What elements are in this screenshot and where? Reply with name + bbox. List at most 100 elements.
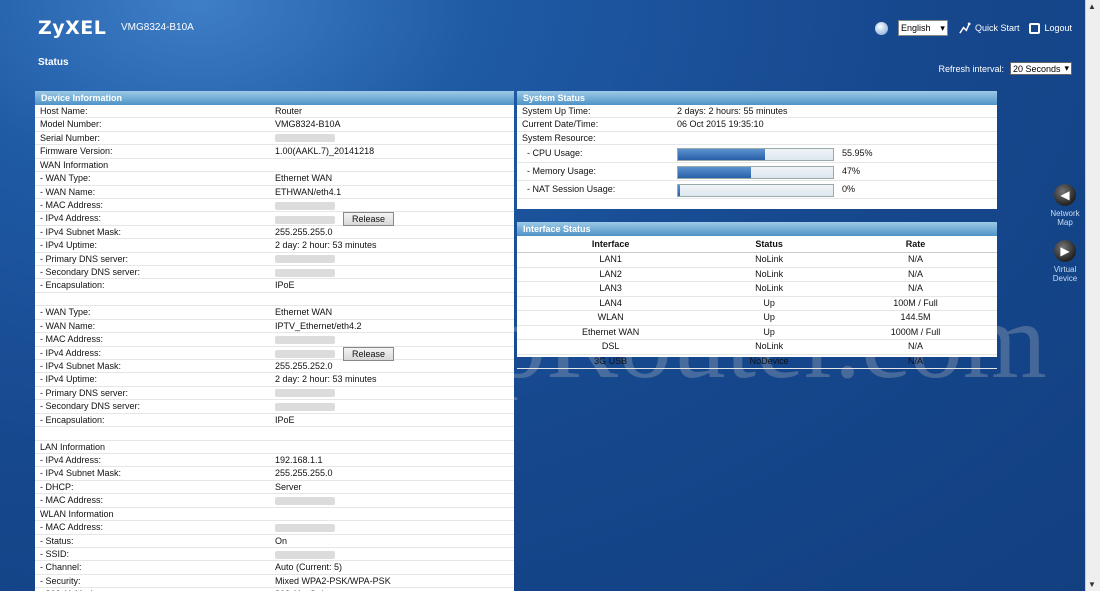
resource-label: - CPU Usage: (527, 148, 583, 159)
redacted-value (275, 389, 335, 398)
value-text: Router (275, 106, 303, 116)
info-value (275, 521, 514, 533)
info-label: - Status: (40, 535, 74, 546)
status-value: 06 Oct 2015 19:35:10 (677, 119, 764, 130)
value-text: IPTV_Ethernet/eth4.2 (275, 320, 362, 331)
value-text: VMG8324-B10A (275, 119, 341, 130)
info-value: Router (275, 105, 514, 117)
table-cell: NoDevice (704, 354, 834, 369)
table-row: LAN1 NoLink N/A (517, 252, 997, 268)
info-row (35, 427, 514, 441)
info-row: LAN Information (35, 441, 514, 454)
info-label: - SSID: (40, 548, 70, 559)
logout-link[interactable]: Logout (1029, 22, 1072, 34)
refresh-interval-select[interactable]: 20 Seconds ▾ (1010, 62, 1072, 75)
table-row: LAN4 Up 100M / Full (517, 296, 997, 311)
info-value: Release (275, 212, 514, 227)
info-value (275, 508, 514, 520)
status-value (677, 132, 997, 144)
quick-start-link[interactable]: Quick Start (958, 21, 1019, 35)
page-title: Status (38, 57, 69, 68)
usage-bar (677, 148, 834, 162)
table-row: 3G USB NoDevice N/A (517, 354, 997, 369)
redacted-value (275, 216, 335, 224)
brand-logo: ZyXEL (38, 17, 107, 39)
table-cell: 100M / Full (833, 296, 997, 311)
table-cell: N/A (833, 354, 997, 369)
info-label: WLAN Information (40, 508, 114, 519)
info-label: - IPv4 Uptime: (40, 374, 98, 385)
value-text: Ethernet WAN (275, 307, 333, 318)
chevron-left-icon: ◀ (1054, 184, 1076, 206)
info-row: - Encapsulation: IPoE (35, 279, 514, 293)
virtual-device-label: Virtual Device (1052, 265, 1078, 283)
info-label: - MAC Address: (40, 334, 104, 345)
info-label (35, 427, 275, 439)
table-cell: NoLink (704, 281, 834, 297)
table-cell: Up (704, 325, 834, 340)
info-value (275, 132, 514, 144)
release-button[interactable]: Release (343, 346, 395, 361)
network-map-nav[interactable]: ◀ Network Map (1044, 184, 1086, 227)
language-select[interactable]: English ▾ (897, 20, 948, 36)
value-text: Mixed WPA2-PSK/WPA-PSK (275, 575, 391, 586)
usage-bar-fill (678, 167, 751, 179)
redacted-value (275, 402, 335, 411)
info-row: - Status: On (35, 535, 514, 548)
value-text: IPoE (275, 280, 295, 291)
redacted-value (275, 335, 335, 344)
info-label: - MAC Address: (40, 199, 104, 210)
info-value: Ethernet WAN (275, 306, 514, 318)
redacted-value (275, 255, 335, 264)
info-row: - IPv4 Subnet Mask: 255.255.252.0 (35, 360, 514, 374)
info-value: 1.00(AAKL.7)_20141218 (275, 145, 514, 157)
info-label: - MAC Address: (40, 522, 104, 533)
panel-title: Device Information (35, 91, 514, 105)
info-row (35, 293, 514, 307)
info-value: IPoE (275, 279, 514, 291)
quick-start-icon (959, 21, 971, 34)
scrollbar[interactable]: ▲ ▼ (1085, 0, 1100, 591)
table-row: Ethernet WAN Up 1000M / Full (517, 325, 997, 340)
info-value: IPTV_Ethernet/eth4.2 (275, 320, 514, 332)
value-text: Server (275, 481, 302, 492)
network-map-label: Network Map (1050, 209, 1080, 227)
info-row: WAN Information (35, 159, 514, 173)
table-cell: 3G USB (517, 354, 705, 369)
info-label: - WAN Name: (40, 320, 96, 331)
virtual-device-nav[interactable]: ▶ Virtual Device (1044, 240, 1086, 283)
info-value (275, 199, 514, 211)
info-value (275, 494, 514, 506)
redacted-value (275, 350, 335, 359)
info-label: - Primary DNS server: (40, 253, 129, 264)
table-cell: NoLink (704, 267, 834, 282)
info-row: Host Name: Router (35, 105, 514, 119)
redacted-value (275, 268, 335, 277)
info-value: 192.168.1.1 (275, 454, 514, 466)
value-text: 1.00(AAKL.7)_20141218 (275, 146, 375, 157)
info-row: - IPv4 Subnet Mask: 255.255.255.0 (35, 226, 514, 240)
redacted-value (275, 496, 335, 505)
info-row: - Primary DNS server: (35, 387, 514, 401)
panel-title: Interface Status (517, 222, 997, 236)
info-label: LAN Information (40, 441, 106, 452)
table-cell: N/A (833, 252, 997, 268)
status-row: System Resource: (517, 132, 997, 146)
info-row: - WAN Name: ETHWAN/eth4.1 (35, 186, 514, 199)
value-text: 2 day: 2 hour: 53 minutes (275, 374, 377, 385)
info-value (275, 266, 514, 278)
info-value (275, 333, 514, 345)
resource-row: - NAT Session Usage: 0% (517, 181, 997, 200)
info-label: - MAC Address: (40, 495, 104, 506)
scroll-down-icon[interactable]: ▼ (1088, 580, 1096, 589)
redacted-value (275, 134, 335, 143)
info-label: - IPv4 Subnet Mask: (40, 361, 122, 372)
table-cell: WLAN (517, 310, 705, 326)
value-text: 2 day: 2 hour: 53 minutes (275, 240, 377, 251)
info-label: - IPv4 Address: (40, 347, 102, 358)
table-cell: LAN4 (517, 296, 705, 311)
scroll-up-icon[interactable]: ▲ (1088, 2, 1096, 11)
info-row: - IPv4 Address: Release (35, 346, 514, 361)
info-label (35, 293, 275, 305)
release-button[interactable]: Release (343, 212, 395, 227)
